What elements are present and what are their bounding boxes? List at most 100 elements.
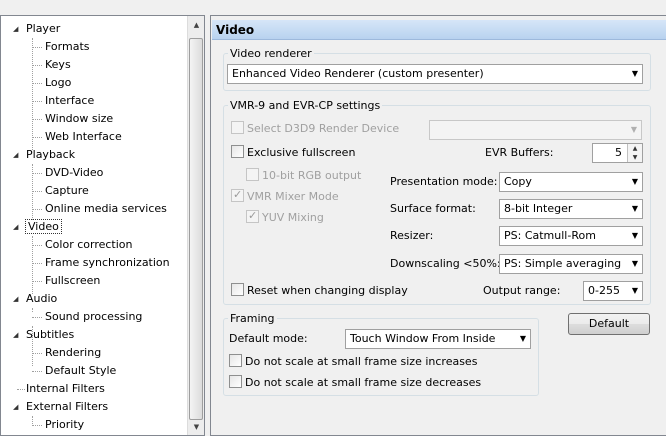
checkbox-label: Do not scale at small frame size increas… <box>245 355 478 368</box>
tree-item-capture[interactable]: Capture <box>45 182 89 200</box>
tree-item-online-media-services[interactable]: Online media services <box>45 200 167 218</box>
checkbox-box <box>229 354 242 367</box>
tree-item-rendering[interactable]: Rendering <box>45 344 101 362</box>
tree-item-label: Rendering <box>45 346 102 359</box>
checkbox-box: ✓ <box>231 188 244 202</box>
tree-item-label: External Filters <box>26 400 109 413</box>
group-title: Video renderer <box>228 47 314 60</box>
evr-buffers-spinner[interactable]: 5 ▲ ▼ <box>592 143 643 163</box>
tree-item-label: Keys <box>45 58 71 71</box>
tree-item-subtitles[interactable]: ◢ Subtitles <box>1 326 74 344</box>
checkbox-box <box>231 121 244 134</box>
tree-item-formats[interactable]: Formats <box>45 38 90 56</box>
tree-item-keys[interactable]: Keys <box>45 56 71 74</box>
d3d9-device-select[interactable]: ▼ <box>429 120 642 140</box>
tree-item-label: Priority <box>45 418 85 431</box>
expand-arrow-icon[interactable]: ◢ <box>13 218 22 236</box>
group-title: VMR-9 and EVR-CP settings <box>228 99 383 112</box>
checkbox-label: Exclusive fullscreen <box>247 146 356 159</box>
vmr-mixer-mode-checkbox[interactable]: ✓ VMR Mixer Mode <box>231 188 339 205</box>
output-range-label: Output range: <box>483 284 561 297</box>
tree-item-default-style[interactable]: Default Style <box>45 362 116 380</box>
expand-arrow-icon[interactable]: ◢ <box>13 290 22 308</box>
scroll-up-arrow-icon[interactable]: ▲ <box>189 18 204 33</box>
dropdown-arrow-icon: ▼ <box>631 69 638 78</box>
spin-down-arrow-icon[interactable]: ▼ <box>628 153 642 162</box>
surface-format-select[interactable]: 8-bit Integer ▼ <box>499 199 643 219</box>
expand-arrow-icon[interactable]: ◢ <box>13 20 22 38</box>
video-renderer-select[interactable]: Enhanced Video Renderer (custom presente… <box>227 64 643 84</box>
checkbox-label: YUV Mixing <box>262 211 324 224</box>
spin-up-arrow-icon[interactable]: ▲ <box>628 144 642 153</box>
yuv-mixing-checkbox[interactable]: ✓ YUV Mixing <box>246 209 324 226</box>
tree-item-label: Capture <box>45 184 89 197</box>
no-scale-increase-checkbox[interactable]: Do not scale at small frame size increas… <box>229 354 477 370</box>
tree-item-external-filters[interactable]: ◢ External Filters <box>1 398 108 416</box>
expand-arrow-icon[interactable]: ◢ <box>13 398 22 416</box>
checkbox-box <box>231 145 244 158</box>
tree-scrollbar[interactable]: ▲ ▼ <box>187 16 204 435</box>
checkbox-label: Do not scale at small frame size decreas… <box>245 376 482 389</box>
dropdown-arrow-icon: ▼ <box>631 286 638 295</box>
presentation-mode-label: Presentation mode: <box>390 175 498 188</box>
tree-item-fullscreen[interactable]: Fullscreen <box>45 272 100 290</box>
expand-arrow-icon[interactable]: ◢ <box>13 326 22 344</box>
checkbox-label: 10-bit RGB output <box>262 169 362 182</box>
resizer-label: Resizer: <box>390 229 434 242</box>
checkbox-box <box>231 283 244 296</box>
tree-item-frame-synchronization[interactable]: Frame synchronization <box>45 254 170 272</box>
default-mode-select[interactable]: Touch Window From Inside ▼ <box>345 329 531 349</box>
expand-arrow-icon[interactable]: ◢ <box>13 146 22 164</box>
tree-item-label: Color correction <box>45 238 133 251</box>
tree-item-video[interactable]: ◢ Video <box>1 218 62 236</box>
tree-item-label: Logo <box>45 76 72 89</box>
tree-item-label: Player <box>26 22 61 35</box>
resizer-select[interactable]: PS: Catmull-Rom ▼ <box>499 226 643 246</box>
checkbox-label: Reset when changing display <box>247 284 408 297</box>
checkbox-box: ✓ <box>246 209 259 223</box>
checkbox-box <box>229 375 242 388</box>
tree-item-player[interactable]: ◢ Player <box>1 20 60 38</box>
tree-item-web-interface[interactable]: Web Interface <box>45 128 122 146</box>
reset-on-display-change-checkbox[interactable]: Reset when changing display <box>231 283 408 299</box>
evr-buffers-value: 5 <box>615 146 622 159</box>
tree-item-logo[interactable]: Logo <box>45 74 71 92</box>
tree-item-label: Playback <box>26 148 76 161</box>
page-title: Video <box>212 20 666 40</box>
select-d3d9-device-checkbox[interactable]: Select D3D9 Render Device <box>231 121 399 137</box>
tree-item-priority[interactable]: Priority <box>45 416 84 434</box>
spinner-buttons[interactable]: ▲ ▼ <box>627 144 642 162</box>
tree-item-internal-filters[interactable]: Internal Filters <box>26 380 105 398</box>
tree-item-window-size[interactable]: Window size <box>45 110 113 128</box>
default-button[interactable]: Default <box>568 313 650 335</box>
exclusive-fullscreen-checkbox[interactable]: Exclusive fullscreen <box>231 145 355 161</box>
dropdown-arrow-icon: ▼ <box>631 231 638 240</box>
default-mode-label: Default mode: <box>229 332 308 345</box>
dropdown-arrow-icon: ▼ <box>631 259 638 268</box>
presentation-mode-value: Copy <box>504 175 532 188</box>
presentation-mode-select[interactable]: Copy ▼ <box>499 172 643 192</box>
checkbox-label: Select D3D9 Render Device <box>247 122 400 135</box>
default-mode-value: Touch Window From Inside <box>350 332 496 345</box>
video-renderer-value: Enhanced Video Renderer (custom presente… <box>232 67 484 80</box>
scrollbar-thumb[interactable] <box>189 38 203 420</box>
tree-item-label: Fullscreen <box>45 274 101 287</box>
settings-tree[interactable]: ◢ Player Formats Keys Logo Interface Win… <box>0 15 205 436</box>
scroll-down-arrow-icon[interactable]: ▼ <box>189 420 204 435</box>
tree-item-interface[interactable]: Interface <box>45 92 94 110</box>
no-scale-decrease-checkbox[interactable]: Do not scale at small frame size decreas… <box>229 375 481 391</box>
tree-item-audio[interactable]: ◢ Audio <box>1 290 57 308</box>
dropdown-arrow-icon: ▼ <box>631 204 638 213</box>
tree-item-color-correction[interactable]: Color correction <box>45 236 133 254</box>
tree-item-playback[interactable]: ◢ Playback <box>1 146 75 164</box>
tree-item-sound-processing[interactable]: Sound processing <box>45 308 142 326</box>
downscaling-label: Downscaling <50%: <box>390 257 501 270</box>
evr-buffers-label: EVR Buffers: <box>485 146 554 159</box>
tree-item-label: Interface <box>45 94 95 107</box>
tree-item-dvd-video[interactable]: DVD-Video <box>45 164 103 182</box>
downscaling-select[interactable]: PS: Simple averaging ▼ <box>499 254 643 274</box>
output-range-select[interactable]: 0-255 ▼ <box>583 281 643 301</box>
resizer-value: PS: Catmull-Rom <box>504 229 596 242</box>
10bit-rgb-output-checkbox[interactable]: 10-bit RGB output <box>246 168 361 184</box>
tree-item-label: Online media services <box>45 202 167 215</box>
